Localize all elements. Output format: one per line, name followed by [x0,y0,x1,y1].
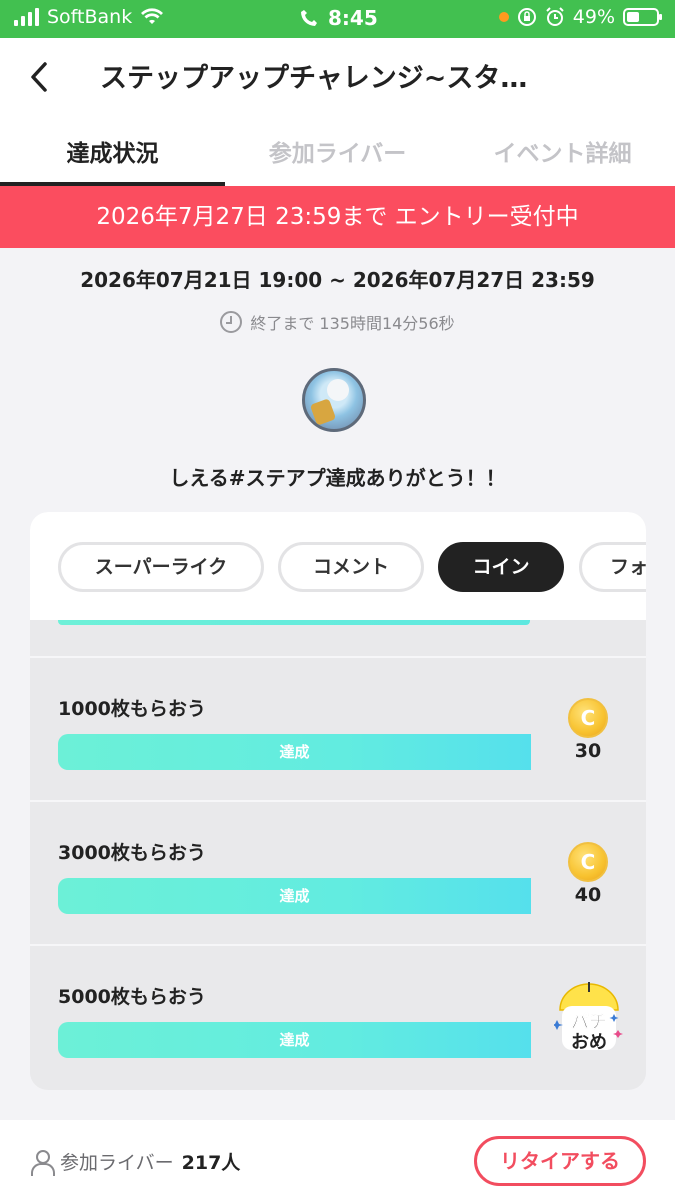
alarm-icon [546,7,564,26]
filter-chip-row[interactable]: スーパーライク コメント コイン フォ [30,512,646,620]
filter-chip-follow[interactable]: フォ [579,542,646,592]
goal-progress-bar: 達成 [58,734,531,770]
status-bar: SoftBank 8:45 49% [0,0,675,38]
coin-icon: C [568,842,608,882]
wifi-icon [141,8,164,24]
back-button[interactable] [28,56,68,96]
tab-event-details[interactable]: イベント詳細 [450,114,675,186]
event-period: 2026年07月21日 19:00 ~ 2026年07月27日 23:59 [80,268,595,292]
clock-time: 8:45 [328,6,378,30]
goal-reward: C 30 [560,698,616,762]
countdown-row: 終了まで 135時間14分56秒 [0,310,675,334]
goal-item-partial [30,620,646,656]
filter-chip-super-like[interactable]: スーパーライク [58,542,264,592]
goal-item: 5000枚もらおう 達成 パチ おめ [30,946,646,1088]
svg-text:おめ: おめ [571,1032,607,1053]
liver-avatar[interactable] [302,368,366,432]
goal-title: 1000枚もらおう [58,698,206,720]
entry-deadline-banner: 2026年7月27日 23:59まで エントリー受付中 [0,186,675,248]
liver-message: しえる#ステアプ達成ありがとう！！ [169,466,506,490]
coin-icon: C [568,698,608,738]
phone-icon [301,10,317,26]
bottom-bar: 参加ライバー 217人 リタイアする [0,1120,675,1200]
participants-summary: 参加ライバー 217人 [30,1148,241,1176]
filter-chip-comment[interactable]: コメント [278,542,424,592]
goals-card: スーパーライク コメント コイン フォ 1000枚もらおう 達成 C 30 30… [30,512,646,1090]
progress-bar-partial [58,620,530,625]
filter-chip-coin[interactable]: コイン [438,542,564,592]
mic-indicator-dot [498,12,509,22]
battery-percent: 49% [572,6,615,28]
countdown-text: 終了まで 135時間14分56秒 [250,314,455,333]
chevron-left-icon [31,62,47,92]
goal-reward: C 40 [560,842,616,906]
goal-item: 1000枚もらおう 達成 C 30 [30,658,646,800]
battery-icon [623,8,662,26]
goal-item: 3000枚もらおう 達成 C 40 [30,802,646,944]
carrier-name: SoftBank [47,6,133,28]
congrats-sticker-icon: パチ おめ [554,982,623,1053]
cellular-signal-icon [14,8,39,26]
retire-button[interactable]: リタイアする [474,1136,646,1186]
goal-progress-bar: 達成 [58,878,531,914]
tab-achievement-status[interactable]: 達成状況 [0,114,225,186]
participants-count: 217人 [181,1152,241,1174]
orientation-lock-icon [517,8,536,26]
svg-text:パチ: パチ [571,1012,607,1033]
participants-label: 参加ライバー [60,1152,174,1174]
page-title: ステップアップチャレンジ~スタ… [100,63,528,94]
reward-amount: 40 [574,884,602,906]
navigation-bar: ステップアップチャレンジ~スタ… [0,38,675,114]
goal-progress-bar: 達成 [58,1022,531,1058]
tab-participating-livers[interactable]: 参加ライバー [225,114,450,186]
person-icon [30,1149,55,1176]
clock-icon [220,311,243,333]
goal-title: 3000枚もらおう [58,842,206,864]
tab-bar: 達成状況 参加ライバー イベント詳細 [0,114,675,186]
goal-title: 5000枚もらおう [58,986,206,1008]
reward-amount: 30 [574,740,602,762]
